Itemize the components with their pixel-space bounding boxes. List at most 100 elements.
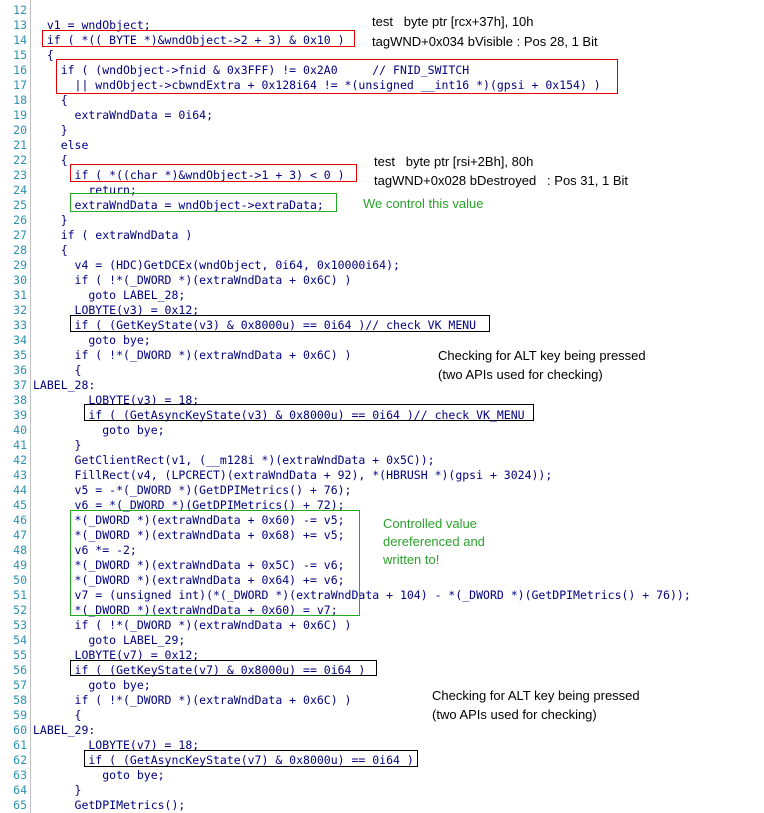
line-number: 64	[13, 783, 27, 797]
highlight-box-getasynckeystate-2	[84, 750, 418, 767]
line-number: 22	[13, 153, 27, 167]
line-number: 23	[13, 168, 27, 182]
code-text: if ( !*(_DWORD *)(extraWndData + 0x6C) )	[33, 273, 352, 287]
code-text: }	[33, 213, 68, 227]
line-number: 58	[13, 693, 27, 707]
annotation-visible-asm: test byte ptr [rcx+37h], 10h	[372, 14, 534, 29]
line-number: 32	[13, 303, 27, 317]
line-number: 48	[13, 543, 27, 557]
line-number: 24	[13, 183, 27, 197]
highlight-box-extradata	[70, 193, 337, 212]
code-text: {	[33, 48, 54, 62]
line-number: 38	[13, 393, 27, 407]
highlight-box-getkeystate-1	[70, 315, 490, 332]
line-number: 41	[13, 438, 27, 452]
code-text: }	[33, 783, 82, 797]
line-number: 31	[13, 288, 27, 302]
line-number: 43	[13, 468, 27, 482]
line-number: 59	[13, 708, 27, 722]
line-number: 53	[13, 618, 27, 632]
annotation-destroyed-asm: test byte ptr [rsi+2Bh], 80h	[374, 154, 534, 169]
fold-guide-line	[30, 0, 31, 813]
code-text: {	[33, 153, 68, 167]
code-text: }	[33, 438, 82, 452]
annotation-alt-check-b-line2: (two APIs used for checking)	[432, 707, 597, 722]
line-number: 28	[13, 243, 27, 257]
code-editor: 12 13 v1 = wndObject; 14 if ( *((_BYTE *)&…	[0, 0, 764, 813]
line-number: 49	[13, 558, 27, 572]
line-number: 21	[13, 138, 27, 152]
highlight-box-controlled-writes	[70, 510, 360, 616]
line-number: 54	[13, 633, 27, 647]
code-text: goto LABEL_29;	[33, 633, 186, 647]
code-text: if ( !*(_DWORD *)(extraWndData + 0x6C) )	[33, 348, 352, 362]
annotation-alt-check-a-line1: Checking for ALT key being pressed	[438, 348, 646, 363]
annotation-control-value: We control this value	[363, 196, 484, 211]
annotation-controlled-line1: Controlled value	[383, 516, 477, 531]
code-text: if ( !*(_DWORD *)(extraWndData + 0x6C) )	[33, 618, 352, 632]
code-text: goto bye;	[33, 678, 151, 692]
line-number: 50	[13, 573, 27, 587]
line-number: 15	[13, 48, 27, 62]
line-number: 20	[13, 123, 27, 137]
line-number: 17	[13, 78, 27, 92]
annotation-visible-field: tagWND+0x034 bVisible : Pos 28, 1 Bit	[372, 34, 598, 49]
line-number: 45	[13, 498, 27, 512]
line-number: 61	[13, 738, 27, 752]
code-text: {	[33, 708, 82, 722]
line-number: 12	[13, 3, 27, 17]
line-number: 18	[13, 93, 27, 107]
line-number: 39	[13, 408, 27, 422]
code-text: FillRect(v4, (LPCRECT)(extraWndData + 92…	[33, 468, 553, 482]
code-text: LABEL_28:	[33, 378, 96, 392]
line-number: 56	[13, 663, 27, 677]
code-text: goto bye;	[33, 423, 165, 437]
annotation-alt-check-b-line1: Checking for ALT key being pressed	[432, 688, 640, 703]
annotation-alt-check-a-line2: (two APIs used for checking)	[438, 367, 603, 382]
code-text: v5 = -*(_DWORD *)(GetDPIMetrics() + 76);	[33, 483, 352, 497]
annotation-controlled-line2: dereferenced and	[383, 534, 485, 549]
code-text: LABEL_29:	[33, 723, 96, 737]
code-text: if ( extraWndData )	[33, 228, 193, 242]
highlight-box-getkeystate-2	[70, 660, 377, 676]
line-number: 52	[13, 603, 27, 617]
line-number: 51	[13, 588, 27, 602]
line-number: 44	[13, 483, 27, 497]
code-text: GetDPIMetrics();	[33, 798, 186, 812]
code-text: v4 = (HDC)GetDCEx(wndObject, 0i64, 0x100…	[33, 258, 400, 272]
line-number: 16	[13, 63, 27, 77]
line-number: 65	[13, 798, 27, 812]
code-text: GetClientRect(v1, (__m128i *)(extraWndDa…	[33, 453, 435, 467]
line-number: 35	[13, 348, 27, 362]
code-text: goto bye;	[33, 333, 151, 347]
line-number: 47	[13, 528, 27, 542]
highlight-box-getasynckeystate-1	[84, 404, 534, 421]
code-text: {	[33, 243, 68, 257]
line-number: 30	[13, 273, 27, 287]
line-number: 34	[13, 333, 27, 347]
line-number: 60	[13, 723, 27, 737]
highlight-box-visible-check	[42, 30, 355, 47]
line-number: 63	[13, 768, 27, 782]
annotation-destroyed-field: tagWND+0x028 bDestroyed : Pos 31, 1 Bit	[374, 173, 628, 188]
code-text: extraWndData = 0i64;	[33, 108, 214, 122]
highlight-box-fnid-check	[56, 59, 618, 94]
code-text: goto bye;	[33, 768, 165, 782]
line-number: 14	[13, 33, 27, 47]
line-number: 36	[13, 363, 27, 377]
line-number: 13	[13, 18, 27, 32]
highlight-box-destroyed-check	[70, 164, 357, 182]
line-number: 42	[13, 453, 27, 467]
line-number: 37	[13, 378, 27, 392]
line-number: 57	[13, 678, 27, 692]
code-text: }	[33, 123, 68, 137]
line-number: 25	[13, 198, 27, 212]
line-number: 33	[13, 318, 27, 332]
line-number: 19	[13, 108, 27, 122]
line-number: 26	[13, 213, 27, 227]
line-number: 46	[13, 513, 27, 527]
code-text: else	[33, 138, 89, 152]
annotation-controlled-line3: written to!	[383, 552, 440, 567]
line-number: 40	[13, 423, 27, 437]
line-number: 55	[13, 648, 27, 662]
